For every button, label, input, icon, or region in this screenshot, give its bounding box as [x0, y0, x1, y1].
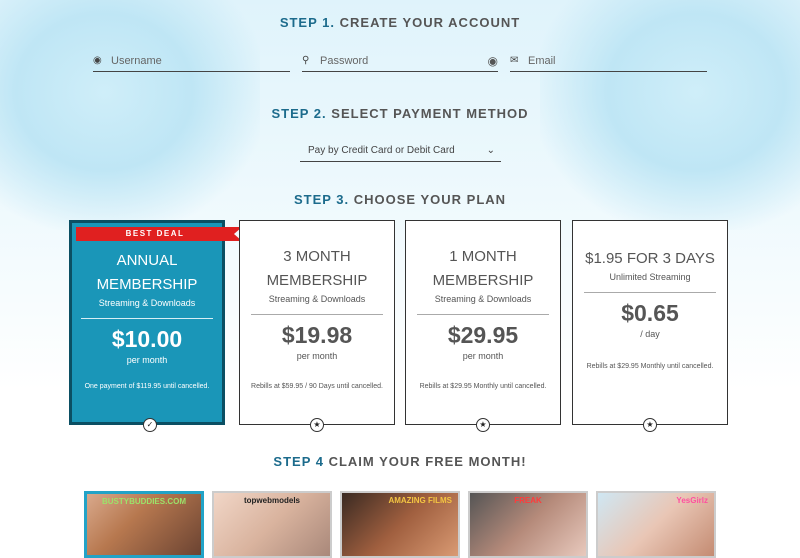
plan-divider — [417, 314, 549, 315]
payment-method-select[interactable]: Pay by Credit Card or Debit Card ⌄ — [300, 140, 501, 162]
plan-card-3month[interactable]: 3 MONTH MEMBERSHIP Streaming & Downloads… — [239, 220, 395, 425]
free-site-thumbnail[interactable]: FREAK — [468, 491, 588, 558]
plan-name-line1: 3 MONTH — [283, 248, 351, 265]
step3-number: STEP 3. — [293, 192, 350, 207]
step2-heading: STEP 2. SELECT PAYMENT METHOD — [0, 106, 800, 121]
chevron-down-icon: ⌄ — [486, 145, 495, 156]
plan-subtitle: Streaming & Downloads — [434, 294, 532, 304]
plan-price: $19.98 — [281, 322, 353, 348]
plan-card-1month[interactable]: 1 MONTH MEMBERSHIP Streaming & Downloads… — [405, 220, 561, 425]
password-input[interactable] — [320, 54, 488, 67]
best-deal-ribbon: BEST DEAL — [76, 227, 242, 241]
plan-price: $10.00 — [111, 326, 183, 352]
plan-subtitle: Streaming & Downloads — [268, 294, 366, 304]
plan-name-line1: ANNUAL — [116, 252, 178, 269]
plan-name-line2: MEMBERSHIP — [266, 272, 368, 289]
user-icon: ◉ — [93, 55, 102, 66]
step3-heading: STEP 3. CHOOSE YOUR PLAN — [0, 192, 800, 207]
plan-billing-note: One payment of $119.95 until cancelled. — [84, 383, 210, 390]
plan-name-line1: $1.95 FOR 3 DAYS — [585, 250, 715, 267]
email-field[interactable]: ✉ — [510, 50, 707, 72]
eye-icon[interactable]: ◉ — [488, 54, 498, 68]
site-logo: topwebmodels — [243, 496, 300, 505]
free-site-thumbnail[interactable]: topwebmodels — [212, 491, 332, 558]
email-input[interactable] — [528, 54, 707, 67]
plan-name-line2: MEMBERSHIP — [96, 276, 198, 293]
plan-price-unit: per month — [462, 351, 504, 361]
plan-price-unit: per month — [126, 355, 168, 365]
payment-method-value: Pay by Credit Card or Debit Card — [308, 145, 455, 156]
step4-title: CLAIM YOUR FREE MONTH! — [328, 454, 527, 469]
plan-price: $29.95 — [447, 322, 519, 348]
password-field[interactable]: ⚲ ◉ — [302, 50, 498, 72]
plan-divider — [81, 318, 213, 319]
site-logo: BUSTYBUDDIES.COM — [101, 497, 186, 506]
plan-price-unit: / day — [640, 329, 660, 339]
plan-billing-note: Rebills at $29.95 Monthly until cancelle… — [419, 383, 547, 390]
envelope-icon: ✉ — [510, 55, 519, 66]
step1-heading: STEP 1. CREATE YOUR ACCOUNT — [0, 15, 800, 30]
plan-name-line1: 1 MONTH — [449, 248, 517, 265]
plan-name-line2: MEMBERSHIP — [432, 272, 534, 289]
plan-subtitle: Streaming & Downloads — [98, 298, 196, 308]
plan-subtitle: Unlimited Streaming — [609, 272, 691, 282]
step4-heading: STEP 4 CLAIM YOUR FREE MONTH! — [0, 454, 800, 469]
step1-title: CREATE YOUR ACCOUNT — [339, 15, 521, 30]
plan-radio[interactable]: ★ — [310, 418, 324, 432]
step2-number: STEP 2. — [271, 106, 327, 121]
site-logo: YesGirlz — [676, 496, 708, 505]
plan-radio-selected[interactable]: ✓ — [143, 418, 157, 432]
username-field[interactable]: ◉ — [93, 50, 290, 72]
plan-card-annual[interactable]: ANNUAL MEMBERSHIP Streaming & Downloads … — [69, 220, 225, 425]
plan-card-trial[interactable]: $1.95 FOR 3 DAYS Unlimited Streaming $0.… — [572, 220, 728, 425]
step3-title: CHOOSE YOUR PLAN — [353, 192, 507, 207]
step2-title: SELECT PAYMENT METHOD — [331, 106, 529, 121]
site-logo: FREAK — [514, 496, 542, 505]
plan-billing-note: Rebills at $59.95 / 90 Days until cancel… — [251, 383, 383, 390]
free-site-thumbnail[interactable]: AMAZING FILMS — [340, 491, 460, 558]
plan-divider — [584, 292, 716, 293]
plan-price-unit: per month — [296, 351, 338, 361]
free-site-thumbnail[interactable]: BUSTYBUDDIES.COM — [84, 491, 204, 558]
step4-number: STEP 4 — [273, 454, 324, 469]
plan-divider — [251, 314, 383, 315]
free-site-thumbnail[interactable]: YesGirlz — [596, 491, 716, 558]
plan-radio[interactable]: ★ — [476, 418, 490, 432]
plan-billing-note: Rebills at $29.95 Monthly until cancelle… — [586, 363, 714, 370]
step1-number: STEP 1. — [279, 15, 335, 30]
plan-price: $0.65 — [621, 300, 679, 326]
username-input[interactable] — [111, 54, 290, 67]
site-logo: AMAZING FILMS — [388, 496, 452, 505]
plan-radio[interactable]: ★ — [643, 418, 657, 432]
key-icon: ⚲ — [302, 55, 310, 66]
